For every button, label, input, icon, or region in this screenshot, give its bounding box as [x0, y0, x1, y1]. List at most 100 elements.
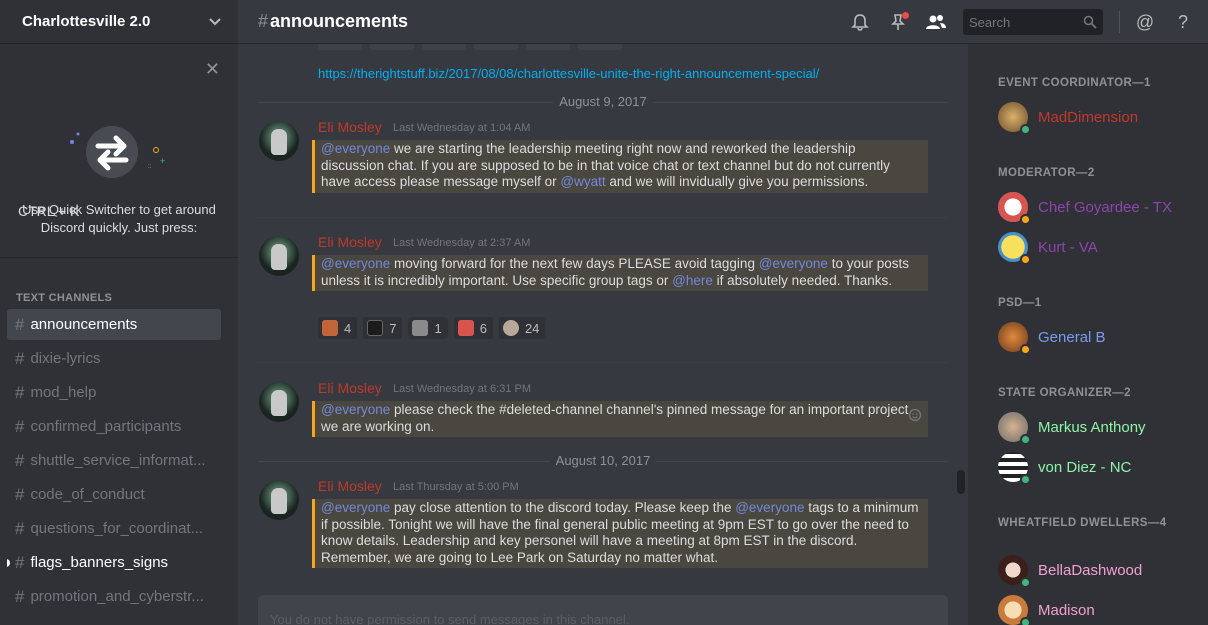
avatar[interactable] [259, 480, 299, 520]
role-header: MODERATOR—2 [998, 167, 1095, 179]
message-body: @everyone we are starting the leadership… [312, 140, 928, 193]
status-online-icon [1020, 474, 1031, 485]
avatar[interactable] [259, 121, 299, 161]
role-header: PSD—1 [998, 297, 1042, 309]
mention[interactable]: @everyone [735, 500, 804, 515]
reaction[interactable] [474, 44, 518, 50]
message-text: moving forward for the next few days PLE… [390, 256, 759, 271]
mention[interactable]: @here [672, 273, 713, 288]
channel-code-of-conduct[interactable]: # code_of_conduct [7, 479, 221, 510]
channel-label: flags_banners_signs [30, 554, 169, 571]
mention[interactable]: @everyone [321, 500, 390, 515]
member-item[interactable]: Markus Anthony [998, 412, 1146, 445]
status-online-icon [1020, 617, 1031, 625]
avatar[interactable] [259, 236, 299, 276]
server-header[interactable]: Charlottesville 2.0 [0, 0, 238, 44]
message-link[interactable]: https://therightstuff.biz/2017/08/08/cha… [318, 66, 819, 81]
member-name: MadDimension [1038, 108, 1139, 126]
avatar [998, 555, 1031, 588]
pin-icon[interactable] [887, 11, 909, 33]
close-icon[interactable]: ✕ [205, 59, 220, 80]
mention[interactable]: @everyone [321, 141, 390, 156]
channel-dixie-lyrics[interactable]: # dixie-lyrics [7, 343, 221, 374]
message-timestamp: Last Wednesday at 2:37 AM [393, 237, 531, 249]
svg-text:+: + [160, 156, 165, 166]
avatar [998, 232, 1031, 265]
status-online-icon [1020, 577, 1031, 588]
member-item[interactable]: BellaDashwood [998, 555, 1142, 588]
reaction[interactable] [578, 44, 622, 50]
scrollbar-thumb[interactable] [957, 470, 965, 494]
mention[interactable]: @everyone [321, 256, 390, 271]
hash-icon: # [15, 518, 25, 538]
channel-announcements[interactable]: # announcements [7, 309, 221, 340]
quick-switcher-panel: ✕ + :: Use Quick Switcher to get around … [0, 44, 238, 258]
avatar [998, 595, 1031, 625]
mention[interactable]: @everyone [321, 402, 390, 417]
category-text-channels[interactable]: TEXT CHANNELS [16, 292, 112, 304]
bell-icon[interactable] [849, 11, 871, 33]
mention[interactable]: @everyone [759, 256, 828, 271]
date-divider: August 10, 2017 [258, 453, 948, 468]
notification-dot [902, 12, 909, 19]
reaction[interactable]: 24 [498, 317, 546, 339]
help-icon[interactable]: ? [1172, 11, 1194, 33]
channel-confirmed-participants[interactable]: # confirmed_participants [7, 411, 221, 442]
channel-shuttle-service[interactable]: # shuttle_service_informat... [7, 445, 221, 476]
shortcut-button[interactable]: CTRL + K [18, 203, 79, 219]
reaction[interactable] [370, 44, 414, 50]
message-timestamp: Last Wednesday at 1:04 AM [393, 122, 531, 134]
unread-indicator [7, 558, 10, 567]
date-divider: August 9, 2017 [258, 94, 948, 109]
avatar [998, 102, 1031, 135]
avatar[interactable] [259, 382, 299, 422]
reaction[interactable]: 1 [408, 317, 448, 339]
mention[interactable]: @wyatt [560, 174, 605, 189]
search-input[interactable]: Search [963, 9, 1103, 35]
mentions-icon[interactable]: @ [1134, 11, 1156, 33]
emoji-icon [412, 320, 429, 336]
emoji-icon [322, 320, 338, 336]
member-item[interactable]: Chef Goyardee - TX [998, 192, 1172, 225]
status-online-icon [1020, 124, 1031, 135]
message-author[interactable]: Eli Mosley [318, 380, 382, 396]
reaction-row: 4 7 1 6 24 [318, 317, 546, 339]
members-icon[interactable] [925, 11, 947, 33]
date-divider-label: August 9, 2017 [553, 94, 653, 109]
channel-promotion[interactable]: # promotion_and_cyberstr... [7, 581, 221, 612]
hash-icon: # [15, 450, 25, 470]
channel-questions[interactable]: # questions_for_coordinat... [7, 513, 221, 544]
member-item[interactable]: Madison [998, 595, 1095, 625]
channel-label: announcements [30, 316, 138, 333]
reaction[interactable] [526, 44, 570, 50]
message-author[interactable]: Eli Mosley [318, 119, 382, 135]
member-name: von Diez - NC [1038, 458, 1132, 476]
message-timestamp: Last Thursday at 5:00 PM [393, 481, 519, 493]
message-separator [258, 362, 948, 363]
reaction[interactable]: 6 [453, 317, 493, 339]
member-item[interactable]: von Diez - NC [998, 452, 1132, 485]
member-item[interactable]: General B [998, 322, 1106, 355]
reaction[interactable]: 7 [363, 317, 403, 339]
reaction[interactable]: 4 [318, 317, 358, 339]
member-item[interactable]: Kurt - VA [998, 232, 1098, 265]
message-author[interactable]: Eli Mosley [318, 478, 382, 494]
member-item[interactable]: MadDimension [998, 102, 1139, 135]
member-name: General B [1038, 328, 1106, 346]
avatar [998, 322, 1031, 355]
add-reaction-icon[interactable] [908, 408, 922, 422]
role-header: STATE ORGANIZER—2 [998, 387, 1131, 399]
search-placeholder: Search [969, 14, 1011, 30]
channel-flags-banners-signs[interactable]: # flags_banners_signs [7, 547, 221, 578]
message-input[interactable]: You do not have permission to send messa… [258, 595, 948, 625]
reaction[interactable] [422, 44, 466, 50]
reaction-count: 4 [344, 320, 352, 336]
channel-mod-help[interactable]: # mod_help [7, 377, 221, 408]
member-name: Chef Goyardee - TX [1038, 198, 1172, 216]
reaction[interactable] [318, 44, 362, 50]
message-text: pay close attention to the discord today… [390, 500, 736, 515]
chevron-down-icon[interactable] [208, 15, 222, 29]
status-online-icon [1020, 434, 1031, 445]
message-author[interactable]: Eli Mosley [318, 234, 382, 250]
date-divider-label: August 10, 2017 [549, 453, 657, 468]
